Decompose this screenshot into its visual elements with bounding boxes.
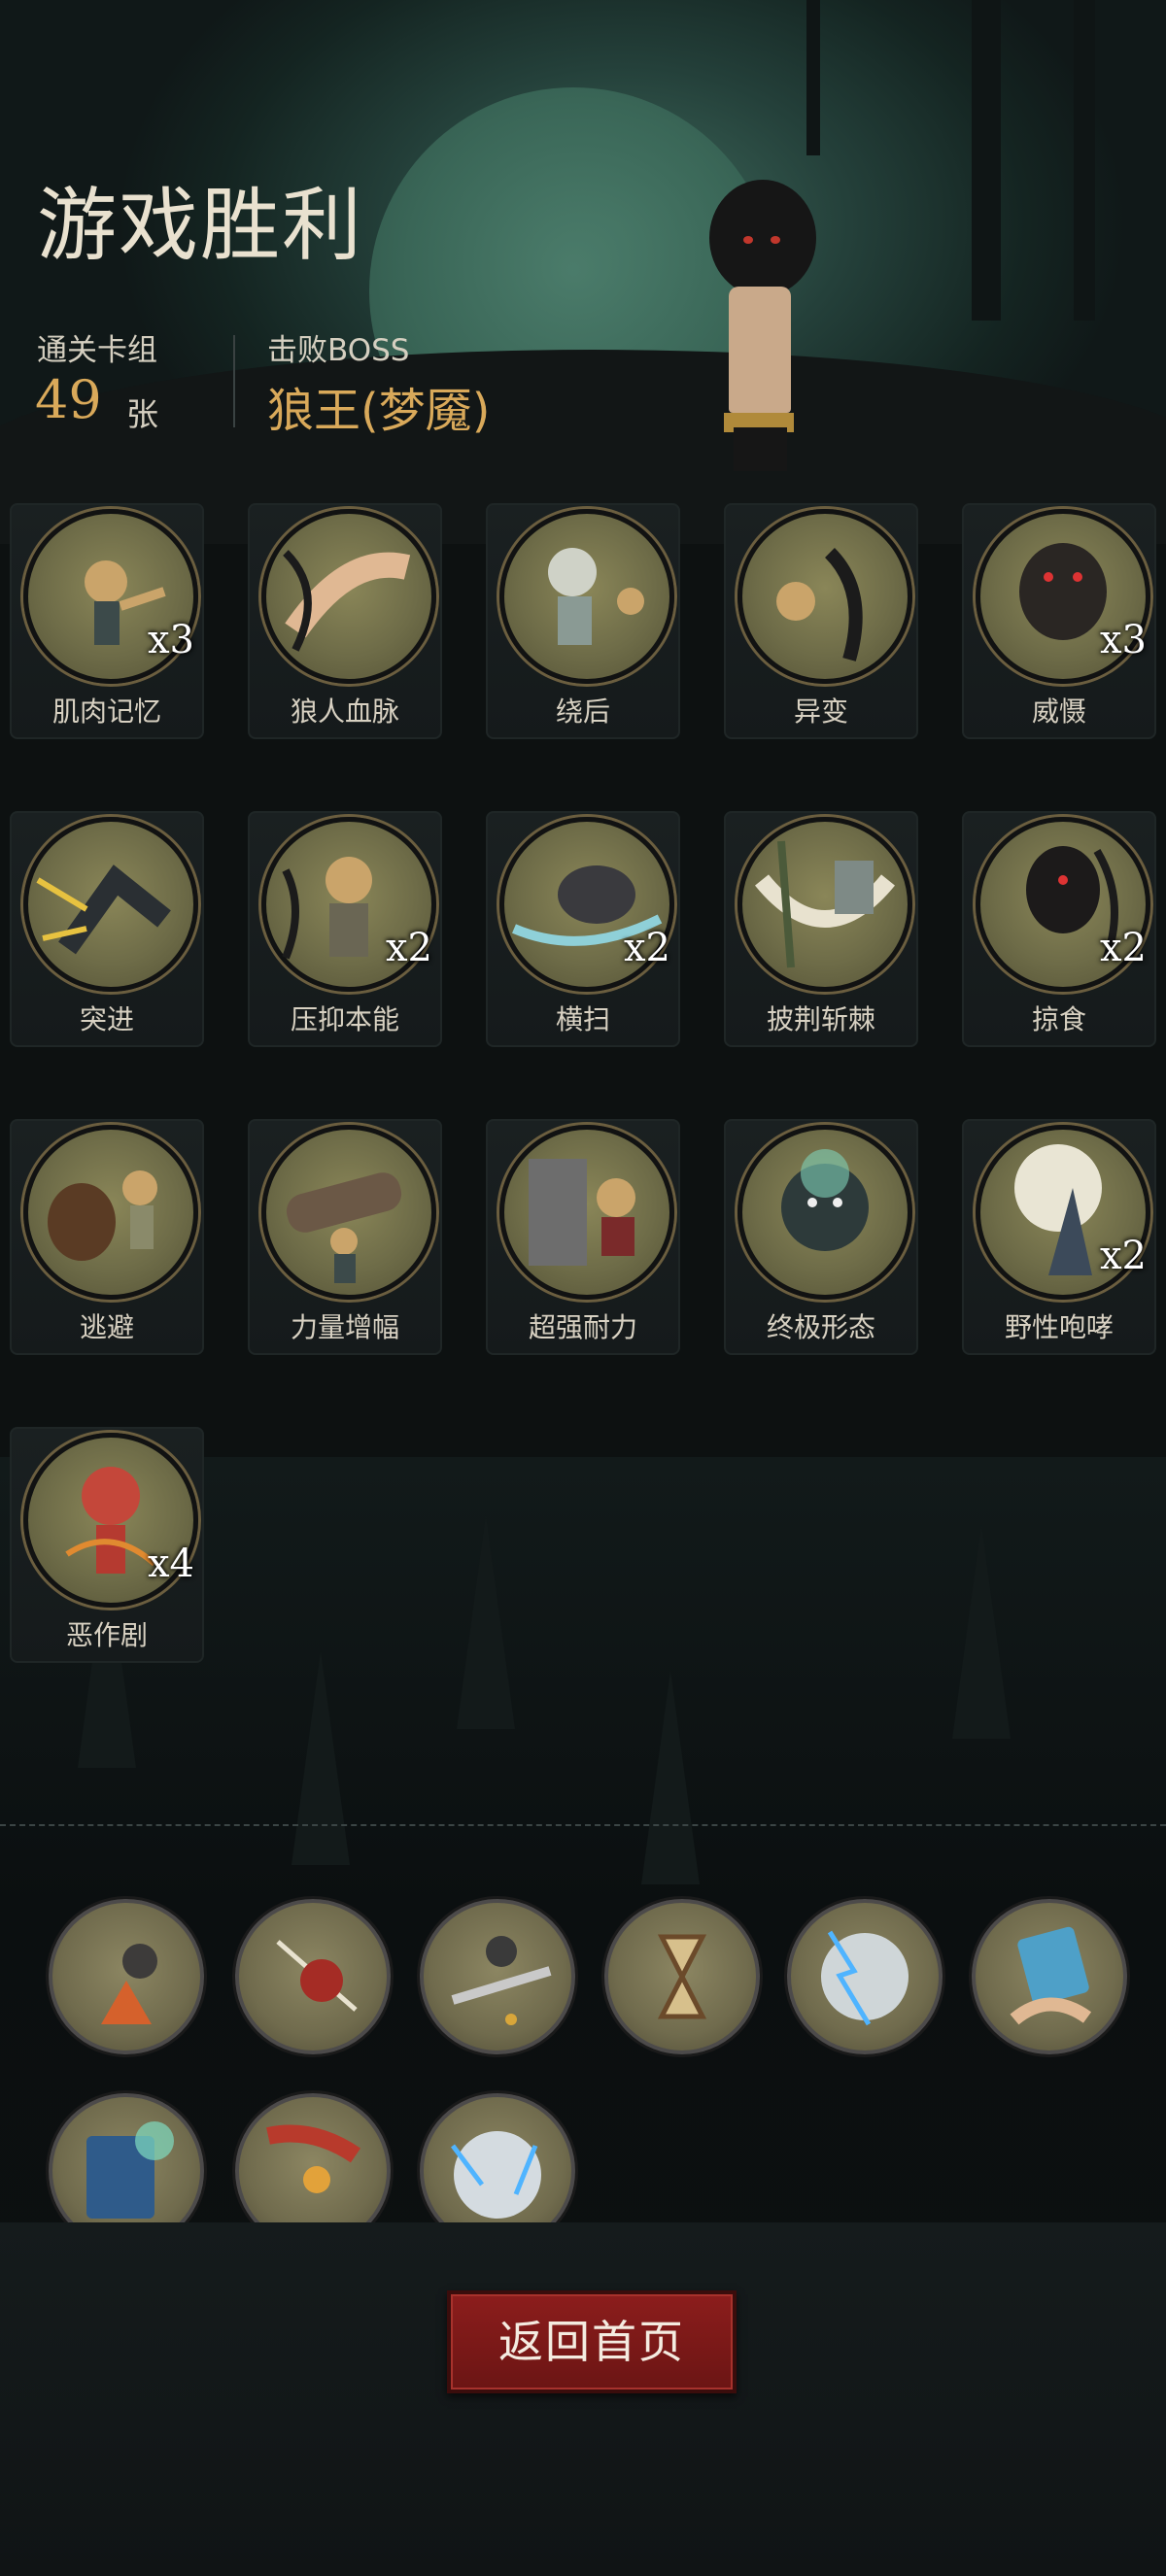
card-name: 狼人血脉	[290, 695, 399, 728]
card-name: 恶作剧	[65, 1619, 148, 1651]
skeleton-icon	[499, 509, 674, 684]
tree-trunk	[1074, 0, 1095, 321]
card-quantity-badge: x2	[385, 926, 432, 970]
card-quantity-badge: x2	[1099, 1234, 1147, 1278]
card-item[interactable]: 披荆斩棘	[724, 811, 918, 1047]
card-quantity-badge: x2	[623, 926, 670, 970]
bear-escape-icon	[23, 1125, 198, 1300]
card-name: 压抑本能	[290, 1003, 399, 1035]
stat-divider	[233, 335, 235, 427]
magic-hand-icon[interactable]	[972, 1899, 1127, 2054]
card-name: 力量增幅	[290, 1311, 399, 1343]
boss-name: 狼王(梦魇)	[267, 384, 491, 438]
rock-spike	[952, 1525, 1011, 1739]
card-quantity-badge: x2	[1099, 926, 1147, 970]
card-item[interactable]: x2 横扫	[486, 811, 680, 1047]
card-item[interactable]: x3 肌肉记忆	[10, 503, 204, 739]
card-name: 披荆斩棘	[766, 1003, 875, 1035]
card-item[interactable]: x2 压抑本能	[248, 811, 442, 1047]
card-item[interactable]: 异变	[724, 503, 918, 739]
wolf-dash-icon	[23, 817, 198, 992]
card-item[interactable]: x4 恶作剧	[10, 1427, 204, 1663]
hero-character	[685, 180, 831, 471]
card-name: 横扫	[555, 1003, 610, 1035]
rock-spike	[457, 1515, 515, 1729]
card-name: 威慑	[1031, 695, 1086, 728]
hourglass-icon[interactable]	[604, 1899, 760, 2054]
card-name: 异变	[793, 695, 848, 728]
deck-count: 49	[35, 369, 102, 430]
mutation-icon	[737, 509, 912, 684]
card-item[interactable]: 超强耐力	[486, 1119, 680, 1355]
card-name: 逃避	[79, 1311, 134, 1343]
wolf-arm-icon	[261, 509, 436, 684]
card-item[interactable]: 狼人血脉	[248, 503, 442, 739]
card-quantity-badge: x3	[1099, 618, 1147, 662]
rock-spike	[292, 1651, 350, 1865]
tree-trunk	[806, 0, 820, 155]
card-item[interactable]: 力量增幅	[248, 1119, 442, 1355]
page-title: 游戏胜利	[37, 180, 364, 272]
card-name: 肌肉记忆	[51, 695, 161, 728]
card-item[interactable]: 绕后	[486, 503, 680, 739]
deck-unit: 张	[126, 395, 158, 433]
card-name: 终极形态	[766, 1311, 875, 1343]
card-item[interactable]: x2 掠食	[962, 811, 1156, 1047]
falling-sword-icon[interactable]	[420, 1899, 575, 2054]
card-name: 掠食	[1031, 1003, 1086, 1035]
card-item[interactable]: 突进	[10, 811, 204, 1047]
card-quantity-badge: x4	[147, 1542, 194, 1586]
card-quantity-badge: x3	[147, 618, 194, 662]
section-divider	[0, 1824, 1166, 1826]
ultimate-wolf-icon	[737, 1125, 912, 1300]
return-home-button[interactable]: 返回首页	[447, 2290, 737, 2393]
card-name: 超强耐力	[528, 1311, 637, 1343]
card-item[interactable]: x2 野性咆哮	[962, 1119, 1156, 1355]
card-item[interactable]: 终极形态	[724, 1119, 918, 1355]
boss-label: 击败BOSS	[267, 333, 410, 368]
red-hood-icon[interactable]	[235, 1899, 391, 2054]
card-item[interactable]: x3 威慑	[962, 503, 1156, 739]
log-lift-icon	[261, 1125, 436, 1300]
bottom-bar	[0, 2222, 1166, 2576]
tree-trunk	[972, 0, 1001, 321]
deck-label: 通关卡组	[37, 333, 157, 368]
rock-spike	[641, 1671, 700, 1884]
card-name: 突进	[79, 1003, 134, 1035]
endurance-icon	[499, 1125, 674, 1300]
card-item[interactable]: 逃避	[10, 1119, 204, 1355]
lightning-clock-icon[interactable]	[787, 1899, 943, 2054]
card-name: 野性咆哮	[1004, 1311, 1114, 1343]
campfire-icon[interactable]	[49, 1899, 204, 2054]
card-name: 绕后	[555, 695, 610, 728]
axe-thorns-icon	[737, 817, 912, 992]
